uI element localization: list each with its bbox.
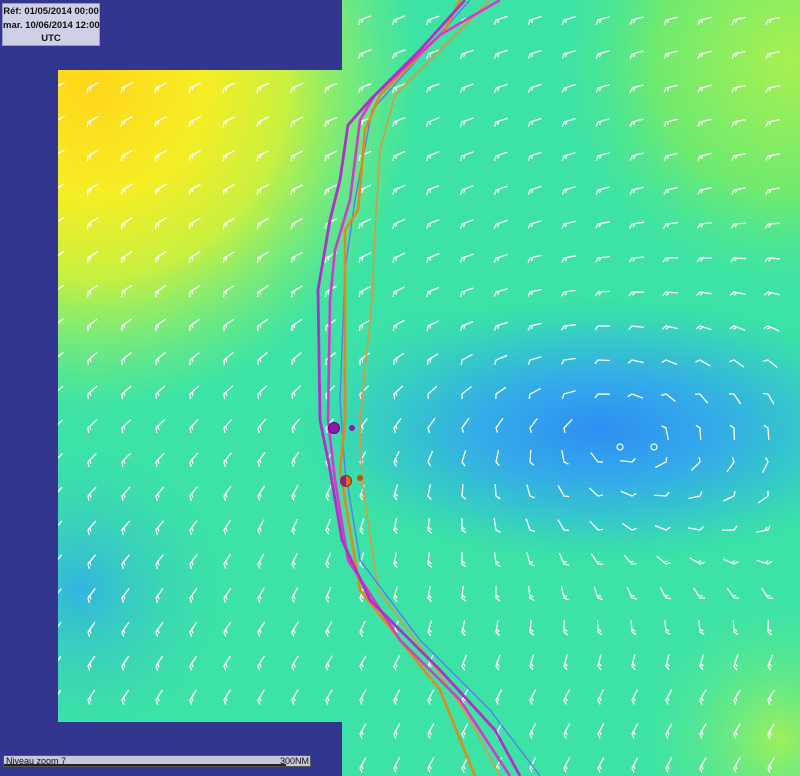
wind-barb-icon [19,116,30,127]
wind-barb-icon [290,14,304,25]
wind-barb-icon [20,521,28,535]
boat-marker-purple[interactable] [328,422,340,434]
wind-barb-icon [257,723,265,739]
wind-barb-icon [154,14,168,26]
scale-bar: Niveau zoom 7 300NM [3,755,311,767]
boat-marker-orange-small[interactable] [357,475,363,481]
wind-barb-icon [20,622,27,636]
wind-barb-icon [222,14,236,26]
wind-barb-icon [20,555,28,569]
wind-barb-icon [20,251,30,263]
wind-barb-icon [19,82,30,93]
wind-barb-icon [325,757,333,773]
wind-barb-icon [120,48,134,60]
reference-date: Réf: 01/05/2014 00:00 [3,6,99,17]
wind-barb-icon [20,352,29,365]
wind-barb-icon [20,487,28,501]
wind-barb-icon [223,723,231,739]
wind-barb-icon [20,218,30,230]
wind-barb-icon [324,15,338,25]
wind-barb-icon [20,386,29,399]
wind-barb-icon [256,48,270,60]
timezone-label: UTC [41,33,61,44]
wind-barb-icon [20,150,31,161]
wind-barb-icon [189,723,197,739]
wind-barb-icon [290,48,304,60]
wind-barb-icon [188,48,202,60]
wind-barb-icon [325,723,333,739]
forecast-date: mar. 10/06/2014 12:00 [3,19,100,31]
wind-barb-icon [86,48,100,60]
wind-barb-icon [20,184,31,195]
wind-barb-icon [20,724,27,739]
wind-barb-icon [20,319,30,331]
wind-barb-icon [19,49,30,59]
forecast-info-box: Réf: 01/05/2014 00:00 mar. 10/06/2014 12… [2,3,100,46]
wind-barb-icon [121,723,130,739]
wind-barb-icon [222,48,236,60]
wind-barb-icon [20,285,30,297]
wind-barb-icon [155,723,163,739]
wind-barb-icon [58,723,62,739]
wind-barb-icon [20,690,27,705]
wind-barb-icon [20,656,27,671]
boat-marker-purple-small[interactable] [349,425,355,431]
wind-barb-icon [20,420,29,433]
wind-barb-icon [20,589,27,603]
wind-map-canvas[interactable] [0,0,800,776]
scale-distance-label: 300NM [279,756,309,766]
wind-barb-icon [324,48,338,59]
wind-barb-icon [154,48,168,60]
wind-barb-icon [58,48,65,60]
wind-barb-icon [120,14,134,26]
zoom-level-label: Niveau zoom 7 [6,756,67,766]
wind-barb-icon [87,723,96,739]
wind-barb-icon [291,723,299,739]
wind-barb-icon [20,454,28,467]
wind-barb-icon [256,14,270,26]
wind-barb-icon [188,14,202,26]
weather-routing-map[interactable]: Réf: 01/05/2014 00:00 mar. 10/06/2014 12… [0,0,800,776]
